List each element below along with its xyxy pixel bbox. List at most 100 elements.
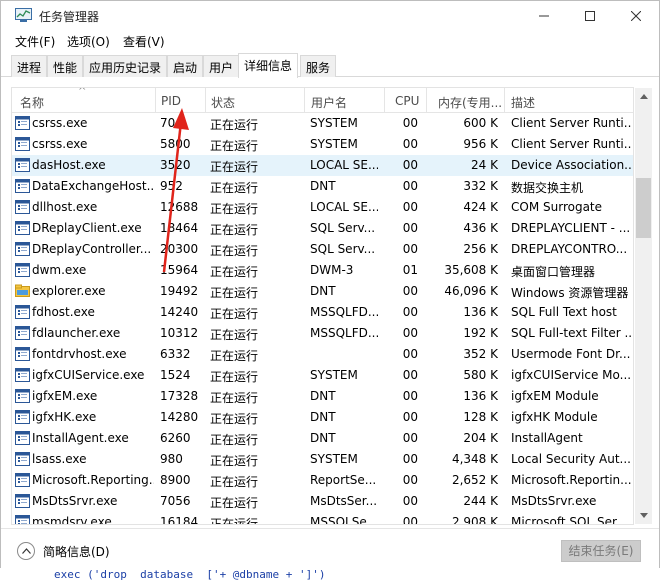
process-name: dwm.exe (32, 263, 87, 277)
process-memory: 128 K (463, 410, 498, 424)
table-row[interactable]: explorer.exe 19492 正在运行 DNT 00 46,096 K Window… (12, 281, 633, 302)
end-task-button[interactable]: 结束任务(E) (561, 540, 641, 562)
maximize-button[interactable] (567, 1, 613, 31)
fewer-details-toggle[interactable] (17, 542, 35, 560)
application-icon (15, 389, 30, 403)
table-row[interactable]: MsDtsSrvr.exe 7056 正在运行 MsDtsSer... 00 244 K M… (12, 491, 633, 512)
process-status: 正在运行 (210, 349, 259, 363)
table-row[interactable]: fdlauncher.exe 10312 正在运行 MSSQLFD... 00 192 K… (12, 323, 633, 344)
tab-app-history[interactable]: 应用历史记录 (83, 55, 168, 77)
vertical-scrollbar[interactable] (635, 88, 652, 524)
process-description: Client Server Runti... (511, 137, 631, 151)
menu-view[interactable]: 查看(V) (123, 33, 165, 50)
process-cpu: 00 (402, 137, 418, 151)
process-cpu: 00 (402, 221, 418, 235)
tab-performance[interactable]: 性能 (47, 55, 84, 77)
process-pid: 5800 (160, 137, 191, 151)
column-divider[interactable] (304, 88, 305, 113)
process-name: fdlauncher.exe (32, 326, 121, 340)
process-status: 正在运行 (210, 307, 259, 321)
process-name: dasHost.exe (32, 158, 106, 172)
title-bar[interactable]: 任务管理器 (1, 1, 659, 31)
application-icon (15, 179, 30, 193)
process-memory: 956 K (463, 137, 498, 151)
process-pid: 18464 (160, 221, 199, 235)
table-row[interactable]: DReplayController... 20300 正在运行 SQL Serv...… (12, 239, 633, 260)
column-divider[interactable] (384, 88, 385, 113)
tab-services[interactable]: 服务 (300, 55, 337, 77)
column-header-name[interactable]: 名称 (20, 94, 44, 111)
menu-file[interactable]: 文件(F) (15, 33, 55, 50)
process-cpu: 00 (402, 158, 418, 172)
application-icon (15, 221, 30, 235)
process-memory: 136 K (463, 389, 498, 403)
close-button[interactable] (613, 1, 659, 31)
menu-bar: 文件(F) 选项(O) 查看(V) (1, 31, 659, 51)
table-row[interactable]: DReplayClient.exe 18464 正在运行 SQL Serv... 00 4… (12, 218, 633, 239)
column-header-status[interactable]: 状态 (211, 94, 235, 111)
application-icon (15, 473, 30, 487)
scroll-down-arrow[interactable] (635, 507, 652, 524)
process-description: Microsoft.Reportin... (511, 473, 631, 487)
menu-options[interactable]: 选项(O) (67, 33, 110, 50)
table-row[interactable]: DataExchangeHost... 952 正在运行 DNT 00 332 K 数据交换… (12, 176, 633, 197)
folder-icon (15, 284, 30, 298)
tab-users[interactable]: 用户 (203, 55, 240, 77)
process-description: Microsoft SQL Ser... (511, 515, 628, 525)
process-description: COM Surrogate (511, 200, 603, 214)
process-cpu: 00 (402, 494, 418, 508)
table-row[interactable]: igfxHK.exe 14280 正在运行 DNT 00 128 K igfxHK Modu… (12, 407, 633, 428)
process-memory: 436 K (463, 221, 498, 235)
column-header-description[interactable]: 描述 (511, 94, 535, 111)
process-status: 正在运行 (210, 202, 259, 216)
process-user: MsDtsSer... (310, 494, 378, 508)
process-memory: 204 K (463, 431, 498, 445)
fewer-details-label[interactable]: 简略信息(D) (43, 543, 110, 560)
table-row[interactable]: Microsoft.Reporting... 8900 正在运行 ReportSe..… (12, 470, 633, 491)
table-row[interactable]: fontdrvhost.exe 6332 正在运行 00 352 K Usermode F… (12, 344, 633, 365)
process-user: DNT (310, 284, 336, 298)
scroll-up-arrow[interactable] (635, 88, 652, 105)
process-name: DReplayClient.exe (32, 221, 142, 235)
minimize-button[interactable] (521, 1, 567, 31)
table-row[interactable]: dasHost.exe 3520 正在运行 LOCAL SE... 00 24 K Devi… (12, 155, 633, 176)
table-row[interactable]: lsass.exe 980 正在运行 SYSTEM 00 4,348 K Local Sec… (12, 449, 633, 470)
table-row[interactable]: csrss.exe 5800 正在运行 SYSTEM 00 956 K Client Ser… (12, 134, 633, 155)
process-status: 正在运行 (210, 118, 259, 132)
process-status: 正在运行 (210, 286, 259, 300)
process-cpu: 00 (402, 284, 418, 298)
table-row[interactable]: igfxEM.exe 17328 正在运行 DNT 00 136 K igfxEM Modu… (12, 386, 633, 407)
column-divider[interactable] (504, 88, 505, 113)
column-header-user[interactable]: 用户名 (311, 94, 347, 111)
column-header-pid[interactable]: PID (161, 94, 181, 108)
column-header-cpu[interactable]: CPU (395, 94, 419, 108)
table-row[interactable]: igfxCUIService.exe 1524 正在运行 SYSTEM 00 580 K i… (12, 365, 633, 386)
process-description: MsDtsSrvr.exe (511, 494, 597, 508)
table-row[interactable]: InstallAgent.exe 6260 正在运行 DNT 00 204 K Instal… (12, 428, 633, 449)
process-pid: 3520 (160, 158, 191, 172)
tab-details[interactable]: 详细信息 (238, 53, 299, 78)
table-row[interactable]: dwm.exe 15964 正在运行 DWM-3 01 35,608 K 桌面窗口管理器 (12, 260, 633, 281)
process-memory: 424 K (463, 200, 498, 214)
table-row[interactable]: dllhost.exe 12688 正在运行 LOCAL SE... 00 424 K CO… (12, 197, 633, 218)
column-divider[interactable] (155, 88, 156, 113)
process-status: 正在运行 (210, 139, 259, 153)
table-row[interactable]: fdhost.exe 14240 正在运行 MSSQLFD... 00 136 K SQL … (12, 302, 633, 323)
table-row[interactable]: csrss.exe 704 正在运行 SYSTEM 00 600 K Client Serv… (12, 113, 633, 134)
tab-startup[interactable]: 启动 (167, 55, 204, 77)
tab-processes[interactable]: 进程 (11, 55, 48, 77)
table-row[interactable]: msmdsrv.exe 16184 正在运行 MSSQLSe... 00 2,908 K M… (12, 512, 633, 525)
task-manager-window: 任务管理器 文件(F) 选项(O) 查看(V) 进程 性能 应用历史记录 启动 … (0, 0, 660, 568)
column-header-memory[interactable]: 内存(专用... (438, 94, 502, 111)
application-icon (15, 158, 30, 172)
process-user: SYSTEM (310, 137, 358, 151)
process-user: DWM-3 (310, 263, 354, 277)
scrollbar-thumb[interactable] (636, 178, 651, 238)
process-user: DNT (310, 431, 336, 445)
process-pid: 980 (160, 452, 183, 466)
column-divider[interactable] (205, 88, 206, 113)
process-description: SQL Full Text host (511, 305, 617, 319)
process-status: 正在运行 (210, 370, 259, 384)
column-divider[interactable] (426, 88, 427, 113)
chevron-up-icon (21, 548, 31, 554)
